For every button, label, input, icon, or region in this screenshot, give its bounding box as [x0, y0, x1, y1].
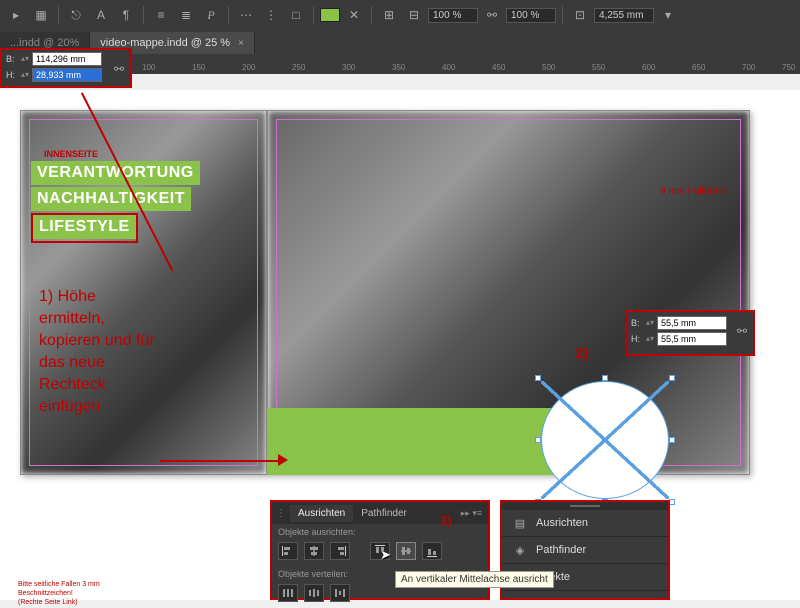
panel-grip[interactable]: [502, 502, 668, 510]
horizontal-ruler: 100 150 200 250 300 350 400 450 500 550 …: [132, 56, 800, 74]
tool-x1-icon[interactable]: ⊞: [378, 4, 400, 26]
zoom-field-2[interactable]: [506, 8, 556, 23]
width-input-2[interactable]: [657, 316, 727, 330]
tool-x2-icon[interactable]: ⊟: [403, 4, 425, 26]
menu-label: Ausrichten: [536, 517, 588, 529]
tool-grid-icon[interactable]: ▦: [30, 4, 52, 26]
top-toolbar: ▸ ▦ ⎋ A ¶ ≡ ≣ P ⋯ ⋮ □ ✕ ⊞ ⊟ ⚯ ⊡ ▾: [0, 0, 800, 30]
stepper-icon[interactable]: ▴▾: [21, 56, 29, 62]
align-section-label: Objekte ausrichten:: [272, 524, 488, 540]
tool-p-icon[interactable]: P: [200, 4, 222, 26]
innenseite-label: INNENSEITE: [44, 149, 98, 159]
align-menu-icon: ▤: [512, 516, 528, 530]
align-bottom-icon[interactable]: [422, 542, 442, 560]
tool-align-l-icon[interactable]: ≡: [150, 4, 172, 26]
selection-handle[interactable]: [669, 437, 675, 443]
annotation-step-3: 3): [440, 513, 452, 528]
tool-sq-icon[interactable]: □: [285, 4, 307, 26]
mouse-cursor-icon: ➤: [380, 547, 391, 563]
green-bars-group: VERANTWORTUNG NACHHALTIGKEIT LIFESTYLE: [31, 161, 200, 243]
panel-collapse-icon[interactable]: ▸▸ ▾≡: [455, 508, 488, 519]
stepper-icon[interactable]: ▴▾: [646, 336, 654, 342]
width-input[interactable]: [32, 52, 102, 66]
annotation-arrow-2: [160, 460, 280, 462]
link-wh-icon[interactable]: ⚯: [114, 62, 124, 76]
frame-diagonals: [541, 381, 669, 499]
tool-cursor-icon[interactable]: ▸: [5, 4, 27, 26]
tool-dist2-icon[interactable]: ⋮: [260, 4, 282, 26]
height-label: H:: [6, 70, 18, 80]
green-rectangle-object[interactable]: [267, 408, 567, 475]
tool-end-icon[interactable]: ▾: [657, 4, 679, 26]
menu-item-ausrichten[interactable]: ▤ Ausrichten: [502, 510, 668, 537]
fill-swatch[interactable]: [320, 8, 340, 22]
panel-grip-icon[interactable]: ⋮: [272, 508, 290, 519]
annotation-step-1: 1) Höhe ermitteln, kopieren und für das …: [39, 286, 159, 418]
align-panel-tabs: ⋮ Ausrichten Pathfinder ▸▸ ▾≡: [272, 502, 488, 524]
tool-para-icon[interactable]: ¶: [115, 4, 137, 26]
width-height-panel: B: ▴▾ H: ▴▾ ⚯: [0, 48, 132, 88]
arrow-head-icon: [278, 454, 288, 466]
page-left[interactable]: INNENSEITE VERANTWORTUNG NACHHALTIGKEIT …: [20, 110, 267, 475]
selection-handle[interactable]: [669, 375, 675, 381]
stepper-icon[interactable]: ▴▾: [646, 320, 654, 326]
lifestyle-red-box: LIFESTYLE: [31, 213, 138, 243]
height-input-2[interactable]: [657, 332, 727, 346]
close-tab-icon[interactable]: ×: [238, 38, 244, 49]
tool-link-icon[interactable]: ⚯: [481, 4, 503, 26]
tool-align-c-icon[interactable]: ≣: [175, 4, 197, 26]
width-label: B:: [631, 318, 643, 328]
align-vcenter-icon[interactable]: [396, 542, 416, 560]
dist-right-icon[interactable]: [330, 584, 350, 602]
width-height-box-2: B: ▴▾ H: ▴▾ ⚯: [625, 310, 755, 356]
align-right-icon[interactable]: [330, 542, 350, 560]
stepper-icon[interactable]: ▴▾: [21, 72, 29, 78]
annotation-step-2: 2): [575, 345, 588, 362]
menu-label: Pathfinder: [536, 544, 586, 556]
tab-ausrichten[interactable]: Ausrichten: [290, 505, 353, 522]
page-spread: INNENSEITE VERANTWORTUNG NACHHALTIGKEIT …: [20, 110, 750, 475]
headline-bar-3: LIFESTYLE: [33, 215, 136, 239]
tooltip: An vertikaler Mittelachse ausricht: [395, 571, 554, 588]
selection-handle[interactable]: [602, 375, 608, 381]
circle-selection-frame[interactable]: [535, 375, 675, 505]
tool-char-icon[interactable]: A: [90, 4, 112, 26]
selection-handle[interactable]: [535, 437, 541, 443]
headline-bar-1: VERANTWORTUNG: [31, 161, 200, 185]
fallhoehe-label: 9 mm Füllhöhe: [660, 186, 726, 197]
height-input[interactable]: [32, 68, 102, 82]
width-label: B:: [6, 54, 18, 64]
tool-cross-icon[interactable]: ✕: [343, 4, 365, 26]
align-left-icon[interactable]: [278, 542, 298, 560]
tool-anchor-icon[interactable]: ⎋: [65, 4, 87, 26]
dist-left-icon[interactable]: [278, 584, 298, 602]
headline-bar-2: NACHHALTIGKEIT: [31, 187, 191, 211]
selection-handle[interactable]: [535, 375, 541, 381]
menu-item-pathfinder[interactable]: ◈ Pathfinder: [502, 537, 668, 564]
height-label: H:: [631, 334, 643, 344]
bottom-note-text: Bitte seitliche Fallen 3 mm Beschnittzei…: [18, 580, 100, 607]
pathfinder-menu-icon: ◈: [512, 543, 528, 557]
zoom-field-1[interactable]: [428, 8, 478, 23]
tool-crop-icon[interactable]: ⊡: [569, 4, 591, 26]
dist-hcenter-icon[interactable]: [304, 584, 324, 602]
tool-dist-icon[interactable]: ⋯: [235, 4, 257, 26]
align-hcenter-icon[interactable]: [304, 542, 324, 560]
coord-field[interactable]: [594, 8, 654, 23]
tab-pathfinder[interactable]: Pathfinder: [353, 505, 415, 522]
link-wh-icon[interactable]: ⚯: [737, 324, 747, 338]
